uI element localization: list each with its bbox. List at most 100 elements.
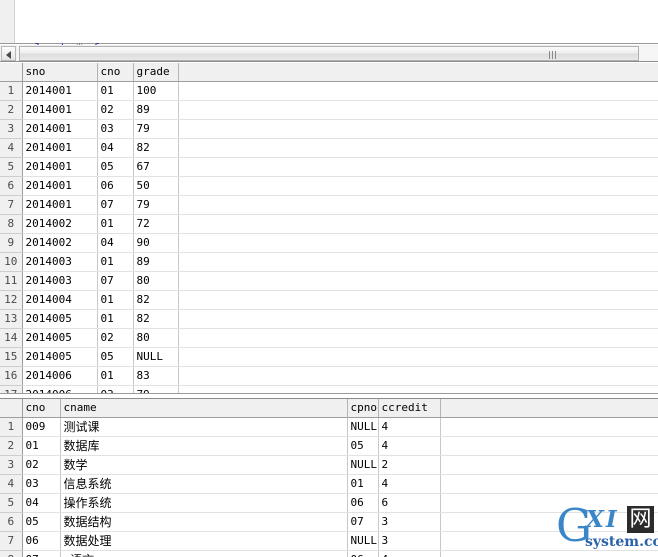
cell-sno[interactable]: 2014006 <box>22 385 98 393</box>
editor-horizontal-scrollbar[interactable] <box>0 45 658 62</box>
cell-sno[interactable]: 2014001 <box>22 157 98 177</box>
row-number-cell[interactable]: 3 <box>0 119 23 139</box>
cell-sno[interactable]: 2014006 <box>22 366 98 386</box>
cell-grade[interactable]: 79 <box>133 385 179 393</box>
table-row[interactable]: 10 2014003 01 89 <box>0 252 658 272</box>
table-row[interactable]: 6 05 数据结构 07 3 <box>0 512 658 532</box>
cell-grade[interactable]: 89 <box>133 252 179 272</box>
cell-grade[interactable]: 100 <box>133 81 179 101</box>
cell-cpno[interactable]: 05 <box>347 436 379 456</box>
cell-ccredit[interactable]: 6 <box>378 493 441 513</box>
cell-cno[interactable]: 07 <box>97 195 134 215</box>
row-number-cell[interactable]: 12 <box>0 290 23 310</box>
cell-sno[interactable]: 2014003 <box>22 252 98 272</box>
cell-cpno[interactable]: NULL <box>347 455 379 475</box>
table-row[interactable]: 2 2014001 02 89 <box>0 100 658 120</box>
cell-grade[interactable]: 90 <box>133 233 179 253</box>
cell-grade[interactable]: 72 <box>133 214 179 234</box>
cell-cno[interactable]: 01 <box>97 366 134 386</box>
scroll-left-button[interactable] <box>1 46 16 61</box>
row-number-cell[interactable]: 5 <box>0 157 23 177</box>
cell-grade[interactable]: NULL <box>133 347 179 367</box>
table-row[interactable]: 15 2014005 05 NULL <box>0 347 658 367</box>
column-header-grade[interactable]: grade <box>133 63 179 82</box>
result-grid-course[interactable]: cno cname cpno ccredit 1 009 测试课 NULL 4 2 01 数据… <box>0 398 658 557</box>
column-header-cno[interactable]: cno <box>22 399 61 418</box>
cell-cno[interactable]: 04 <box>97 233 134 253</box>
row-number-cell[interactable]: 3 <box>0 455 23 475</box>
cell-grade[interactable]: 82 <box>133 309 179 329</box>
cell-sno[interactable]: 2014001 <box>22 119 98 139</box>
row-number-cell[interactable]: 7 <box>0 531 23 551</box>
table-row[interactable]: 1 009 测试课 NULL 4 <box>0 417 658 437</box>
cell-grade[interactable]: 89 <box>133 100 179 120</box>
row-number-cell[interactable]: 6 <box>0 512 23 532</box>
table-row[interactable]: 5 2014001 05 67 <box>0 157 658 177</box>
cell-cno[interactable]: 02 <box>97 328 134 348</box>
cell-sno[interactable]: 2014005 <box>22 328 98 348</box>
cell-cno[interactable]: 05 <box>22 512 61 532</box>
row-number-cell[interactable]: 16 <box>0 366 23 386</box>
cell-ccredit[interactable]: 4 <box>378 474 441 494</box>
table-row[interactable]: 9 2014002 04 90 <box>0 233 658 253</box>
row-number-cell[interactable]: 17 <box>0 385 23 393</box>
table-row[interactable]: 6 2014001 06 50 <box>0 176 658 196</box>
cell-sno[interactable]: 2014005 <box>22 309 98 329</box>
table-row[interactable]: 7 06 数据处理 NULL 3 <box>0 531 658 551</box>
table-row[interactable]: 1720140060379 <box>0 385 658 393</box>
row-number-cell[interactable]: 5 <box>0 493 23 513</box>
cell-cpno[interactable]: 06 <box>347 493 379 513</box>
cell-cno[interactable]: 01 <box>22 436 61 456</box>
cell-ccredit[interactable]: 4 <box>378 417 441 437</box>
cell-cno[interactable]: 07 <box>22 550 61 557</box>
table-row[interactable]: 13 2014005 01 82 <box>0 309 658 329</box>
table-row[interactable]: 5 04 操作系统 06 6 <box>0 493 658 513</box>
cell-cpno[interactable]: 06 <box>347 550 379 557</box>
table-row[interactable]: 7 2014001 07 79 <box>0 195 658 215</box>
cell-cno[interactable]: 009 <box>22 417 61 437</box>
column-header-sno[interactable]: sno <box>22 63 98 82</box>
table-row[interactable]: 3 02 数学 NULL 2 <box>0 455 658 475</box>
table-row[interactable]: 8 2014002 01 72 <box>0 214 658 234</box>
cell-cname[interactable]: 数据结构 <box>60 512 348 532</box>
row-number-cell[interactable]: 6 <box>0 176 23 196</box>
cell-cno[interactable]: 02 <box>97 100 134 120</box>
cell-cno[interactable]: 03 <box>22 474 61 494</box>
cell-cname[interactable]: 信息系统 <box>60 474 348 494</box>
table-row[interactable]: 16 2014006 01 83 <box>0 366 658 386</box>
cell-cno[interactable]: 01 <box>97 252 134 272</box>
cell-sno[interactable]: 2014001 <box>22 100 98 120</box>
cell-sno[interactable]: 2014003 <box>22 271 98 291</box>
cell-cno[interactable]: 02 <box>22 455 61 475</box>
cell-cno[interactable]: 01 <box>97 81 134 101</box>
cell-cno[interactable]: 01 <box>97 290 134 310</box>
row-number-cell[interactable]: 14 <box>0 328 23 348</box>
cell-cpno[interactable]: NULL <box>347 417 379 437</box>
row-number-cell[interactable]: 4 <box>0 474 23 494</box>
cell-cno[interactable]: 03 <box>97 119 134 139</box>
cell-ccredit[interactable]: 4 <box>378 436 441 456</box>
row-number-cell[interactable]: 2 <box>0 100 23 120</box>
row-number-cell[interactable]: 4 <box>0 138 23 158</box>
cell-sno[interactable]: 2014001 <box>22 195 98 215</box>
cell-cno[interactable]: 04 <box>22 493 61 513</box>
row-number-cell[interactable]: 8 <box>0 214 23 234</box>
result-grid-sc[interactable]: sno cno grade 1 2014001 01 100 2 2014001 02 89 3… <box>0 63 658 394</box>
row-number-cell[interactable]: 11 <box>0 271 23 291</box>
cell-grade[interactable]: 67 <box>133 157 179 177</box>
column-header-cname[interactable]: cname <box>60 399 348 418</box>
cell-grade[interactable]: 79 <box>133 119 179 139</box>
row-number-cell[interactable]: 15 <box>0 347 23 367</box>
cell-ccredit[interactable]: 3 <box>378 531 441 551</box>
cell-cno[interactable]: 07 <box>97 271 134 291</box>
row-number-cell[interactable]: 10 <box>0 252 23 272</box>
table-row[interactable]: 4 2014001 04 82 <box>0 138 658 158</box>
row-number-cell[interactable]: 2 <box>0 436 23 456</box>
cell-cpno[interactable]: NULL <box>347 531 379 551</box>
cell-grade[interactable]: 82 <box>133 138 179 158</box>
row-number-cell[interactable]: 8 <box>0 550 23 557</box>
cell-cname[interactable]: 操作系统 <box>60 493 348 513</box>
row-number-cell[interactable]: 7 <box>0 195 23 215</box>
table-row[interactable]: 2 01 数据库 05 4 <box>0 436 658 456</box>
cell-sno[interactable]: 2014004 <box>22 290 98 310</box>
